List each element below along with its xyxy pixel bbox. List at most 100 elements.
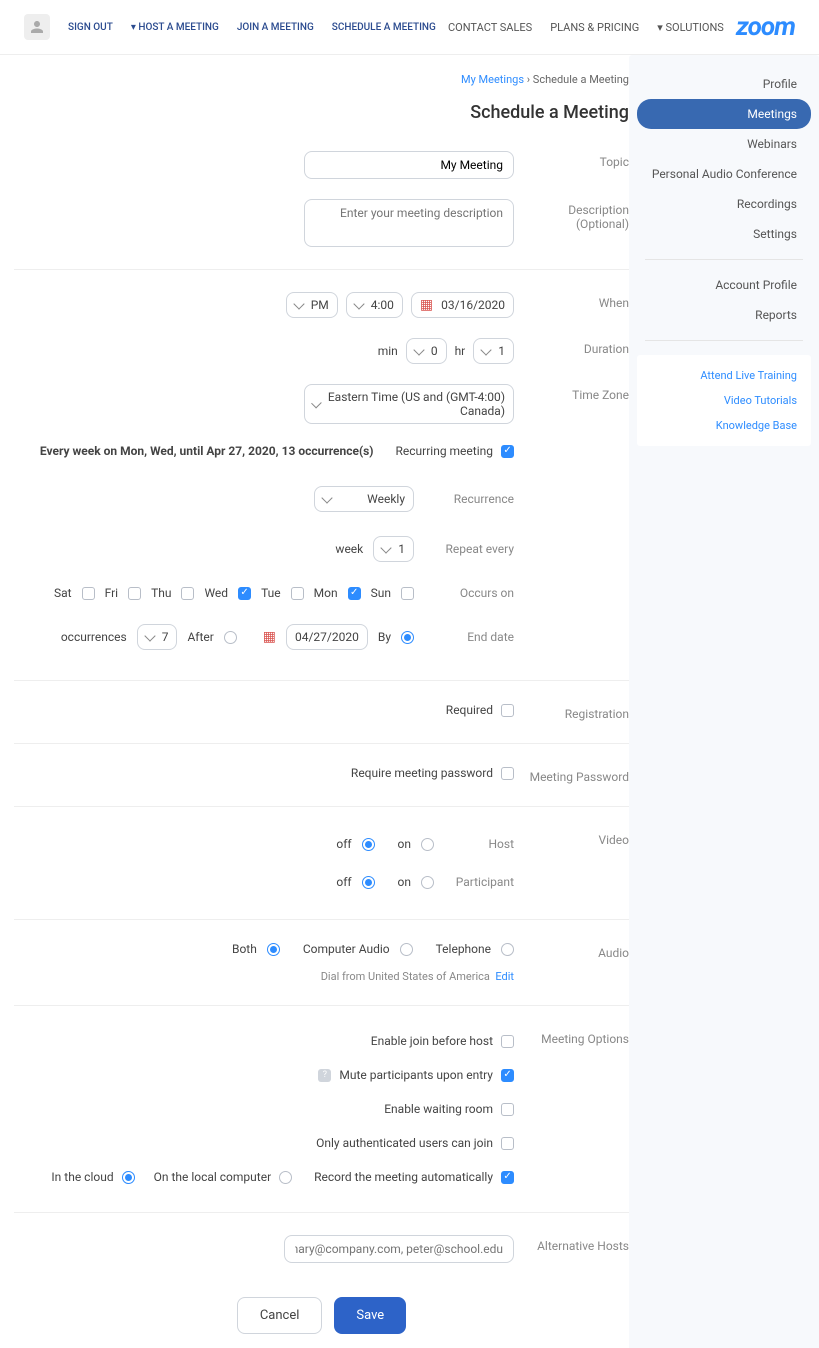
description-input[interactable] bbox=[304, 199, 514, 247]
label-recurrence: Recurrence bbox=[424, 492, 514, 506]
opt-waiting-room-checkbox[interactable] bbox=[501, 1103, 514, 1116]
nav-schedule[interactable]: SCHEDULE A MEETING bbox=[332, 22, 436, 33]
day-sat-checkbox[interactable] bbox=[82, 587, 95, 600]
when-time-select[interactable]: 4:00 bbox=[346, 292, 403, 318]
sidebar-item-meetings[interactable]: Meetings bbox=[637, 99, 811, 129]
cancel-button[interactable]: Cancel bbox=[237, 1297, 323, 1334]
label-audio: Audio bbox=[514, 942, 629, 960]
sidebar-item-webinars[interactable]: Webinars bbox=[637, 129, 811, 159]
when-ampm-select[interactable]: PM bbox=[286, 292, 338, 318]
nav-solutions[interactable]: SOLUTIONS ▾ bbox=[657, 21, 724, 34]
sidebar: Profile Meetings Webinars Personal Audio… bbox=[629, 55, 819, 1348]
calendar-icon: ▦ bbox=[420, 298, 433, 312]
sidebar-item-recordings[interactable]: Recordings bbox=[637, 189, 811, 219]
audio-telephone-radio[interactable] bbox=[501, 943, 514, 956]
recurrence-select[interactable]: Weekly bbox=[314, 486, 414, 512]
info-icon[interactable]: ? bbox=[318, 1069, 331, 1082]
recurring-checkbox[interactable] bbox=[501, 445, 514, 458]
label-timezone: Time Zone bbox=[514, 384, 629, 402]
label-occurs-on: Occurs on bbox=[424, 586, 514, 600]
record-cloud-radio[interactable] bbox=[122, 1171, 135, 1184]
min-suffix: min bbox=[378, 344, 398, 358]
timezone-select[interactable]: (GMT-4:00) Eastern Time (US and Canada) bbox=[304, 384, 514, 424]
label-host-video: Host bbox=[444, 837, 514, 851]
topic-input[interactable] bbox=[304, 151, 514, 179]
recurring-summary: Every week on Mon, Wed, until Apr 27, 20… bbox=[40, 444, 374, 458]
nav-right: SCHEDULE A MEETING JOIN A MEETING HOST A… bbox=[24, 14, 436, 40]
end-by-radio[interactable] bbox=[401, 631, 414, 644]
chevron-down-icon bbox=[413, 344, 424, 355]
opt-mute-entry-checkbox[interactable] bbox=[501, 1069, 514, 1082]
participant-video-on-radio[interactable] bbox=[421, 876, 434, 889]
breadcrumb: My Meetings › Schedule a Meeting bbox=[14, 69, 629, 90]
nav-contact[interactable]: CONTACT SALES bbox=[448, 21, 532, 34]
breadcrumb-current: Schedule a Meeting bbox=[533, 73, 629, 86]
chevron-down-icon bbox=[381, 542, 392, 553]
label-video: Video bbox=[514, 829, 629, 847]
label-registration: Registration bbox=[514, 703, 629, 721]
sidebar-item-reports[interactable]: Reports bbox=[637, 300, 811, 330]
participant-video-off-radio[interactable] bbox=[362, 876, 375, 889]
audio-computer-radio[interactable] bbox=[400, 943, 413, 956]
chevron-down-icon bbox=[293, 298, 304, 309]
main-content: My Meetings › Schedule a Meeting Schedul… bbox=[0, 55, 629, 1348]
day-thu-checkbox[interactable] bbox=[181, 587, 194, 600]
end-after-count-select[interactable]: 7 bbox=[137, 624, 178, 650]
label-alt-hosts: Alternative Hosts bbox=[514, 1235, 629, 1253]
help-box: Attend Live Training Video Tutorials Kno… bbox=[637, 355, 811, 446]
label-meeting-options: Meeting Options bbox=[514, 1028, 629, 1046]
label-repeat-every: Repeat every bbox=[424, 542, 514, 556]
label-password: Meeting Password bbox=[514, 766, 629, 784]
password-required-label: Require meeting password bbox=[351, 766, 493, 780]
nav-plans[interactable]: PLANS & PRICING bbox=[550, 21, 639, 34]
duration-hr-select[interactable]: 1 bbox=[473, 338, 514, 364]
when-date-select[interactable]: 03/16/2020▦ bbox=[411, 292, 514, 318]
breadcrumb-parent[interactable]: My Meetings bbox=[461, 73, 524, 86]
end-after-radio[interactable] bbox=[224, 631, 237, 644]
header: zoom SOLUTIONS ▾ PLANS & PRICING CONTACT… bbox=[0, 0, 819, 55]
duration-min-select[interactable]: 0 bbox=[406, 338, 447, 364]
registration-required-label: Required bbox=[446, 703, 493, 717]
sidebar-item-profile[interactable]: Profile bbox=[637, 69, 811, 99]
opt-auth-only-checkbox[interactable] bbox=[501, 1137, 514, 1150]
nav-join[interactable]: JOIN A MEETING bbox=[237, 22, 314, 33]
chevron-down-icon bbox=[353, 298, 364, 309]
record-local-radio[interactable] bbox=[279, 1171, 292, 1184]
day-mon-checkbox[interactable] bbox=[348, 587, 361, 600]
host-video-on-radio[interactable] bbox=[421, 838, 434, 851]
opt-record-auto-checkbox[interactable] bbox=[501, 1171, 514, 1184]
separator bbox=[645, 340, 803, 341]
repeat-unit: week bbox=[335, 542, 363, 556]
alt-hosts-input[interactable] bbox=[284, 1235, 514, 1263]
link-tutorials[interactable]: Video Tutorials bbox=[637, 388, 811, 413]
end-date-select[interactable]: 04/27/2020 bbox=[286, 624, 368, 650]
avatar[interactable] bbox=[24, 14, 50, 40]
nav-signout[interactable]: SIGN OUT bbox=[68, 22, 113, 33]
day-wed-checkbox[interactable] bbox=[238, 587, 251, 600]
password-required-checkbox[interactable] bbox=[501, 767, 514, 780]
sidebar-item-settings[interactable]: Settings bbox=[637, 219, 811, 249]
page-title: Schedule a Meeting bbox=[14, 102, 629, 123]
audio-both-radio[interactable] bbox=[267, 943, 280, 956]
label-participant-video: Participant bbox=[444, 875, 514, 889]
calendar-icon[interactable]: ▦ bbox=[263, 630, 276, 644]
day-sun-checkbox[interactable] bbox=[401, 587, 414, 600]
save-button[interactable]: Save bbox=[334, 1297, 406, 1334]
link-training[interactable]: Attend Live Training bbox=[637, 363, 811, 388]
day-fri-checkbox[interactable] bbox=[128, 587, 141, 600]
sidebar-item-audio-conf[interactable]: Personal Audio Conference bbox=[637, 159, 811, 189]
label-end-date: End date bbox=[424, 630, 514, 644]
chevron-down-icon bbox=[311, 397, 321, 407]
recurring-label: Recurring meeting bbox=[395, 444, 493, 458]
nav-host[interactable]: HOST A MEETING ▾ bbox=[131, 22, 219, 33]
chevron-down-icon bbox=[321, 492, 332, 503]
dial-edit-link[interactable]: Edit bbox=[495, 970, 514, 983]
registration-required-checkbox[interactable] bbox=[501, 704, 514, 717]
day-tue-checkbox[interactable] bbox=[291, 587, 304, 600]
dial-from-text: Dial from United States of America bbox=[321, 970, 490, 983]
host-video-off-radio[interactable] bbox=[362, 838, 375, 851]
link-kb[interactable]: Knowledge Base bbox=[637, 413, 811, 438]
opt-join-before-checkbox[interactable] bbox=[501, 1035, 514, 1048]
repeat-every-select[interactable]: 1 bbox=[373, 536, 414, 562]
sidebar-item-account[interactable]: Account Profile bbox=[637, 270, 811, 300]
